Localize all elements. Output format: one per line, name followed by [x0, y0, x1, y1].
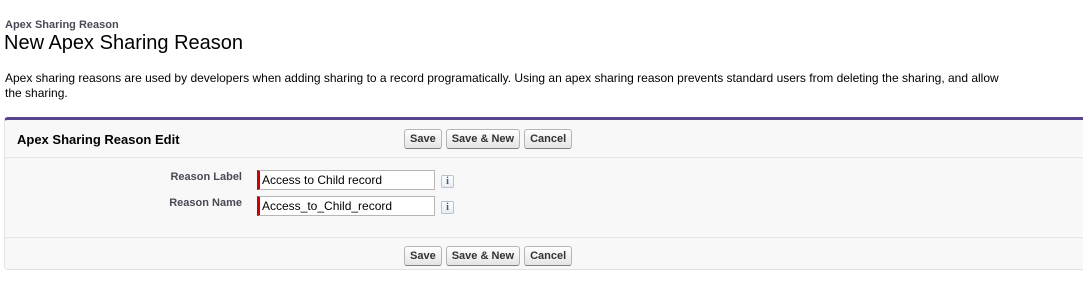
- page: Apex Sharing Reason New Apex Sharing Rea…: [0, 0, 1083, 283]
- bottom-button-row: Save Save & New Cancel: [404, 246, 573, 266]
- info-icon[interactable]: i: [441, 201, 454, 214]
- section-divider: [5, 237, 1083, 238]
- reason-label-input[interactable]: [257, 170, 435, 190]
- reason-name-label: Reason Name: [169, 197, 242, 209]
- save-button[interactable]: Save: [404, 129, 442, 149]
- breadcrumb: Apex Sharing Reason: [5, 19, 119, 31]
- reason-name-input[interactable]: [257, 196, 435, 216]
- info-icon[interactable]: i: [441, 175, 454, 188]
- edit-panel: Apex Sharing Reason Edit Save Save & New…: [4, 117, 1083, 270]
- cancel-button[interactable]: Cancel: [524, 129, 573, 149]
- save-and-new-button[interactable]: Save & New: [445, 246, 521, 266]
- reason-label-label: Reason Label: [170, 171, 242, 183]
- top-button-row: Save Save & New Cancel: [404, 129, 573, 149]
- section-divider: [5, 157, 1083, 158]
- page-description: Apex sharing reasons are used by develop…: [5, 71, 1083, 101]
- cancel-button[interactable]: Cancel: [524, 246, 573, 266]
- description-line-2: the sharing.: [5, 86, 68, 100]
- description-line-1: Apex sharing reasons are used by develop…: [5, 71, 999, 85]
- save-button[interactable]: Save: [404, 246, 442, 266]
- page-title: New Apex Sharing Reason: [4, 32, 244, 54]
- panel-title: Apex Sharing Reason Edit: [17, 132, 180, 147]
- save-and-new-button[interactable]: Save & New: [445, 129, 521, 149]
